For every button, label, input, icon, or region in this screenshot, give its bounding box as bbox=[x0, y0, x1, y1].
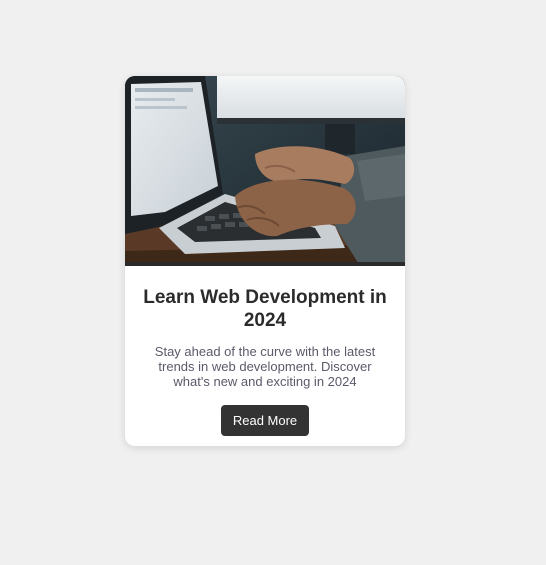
article-card: Learn Web Development in 2024 Stay ahead… bbox=[125, 76, 405, 446]
card-image bbox=[125, 76, 405, 266]
read-more-button[interactable]: Read More bbox=[220, 405, 310, 436]
card-body: Learn Web Development in 2024 Stay ahead… bbox=[125, 266, 405, 436]
card-title: Learn Web Development in 2024 bbox=[143, 287, 387, 331]
card-description: Stay ahead of the curve with the latest … bbox=[154, 344, 376, 389]
